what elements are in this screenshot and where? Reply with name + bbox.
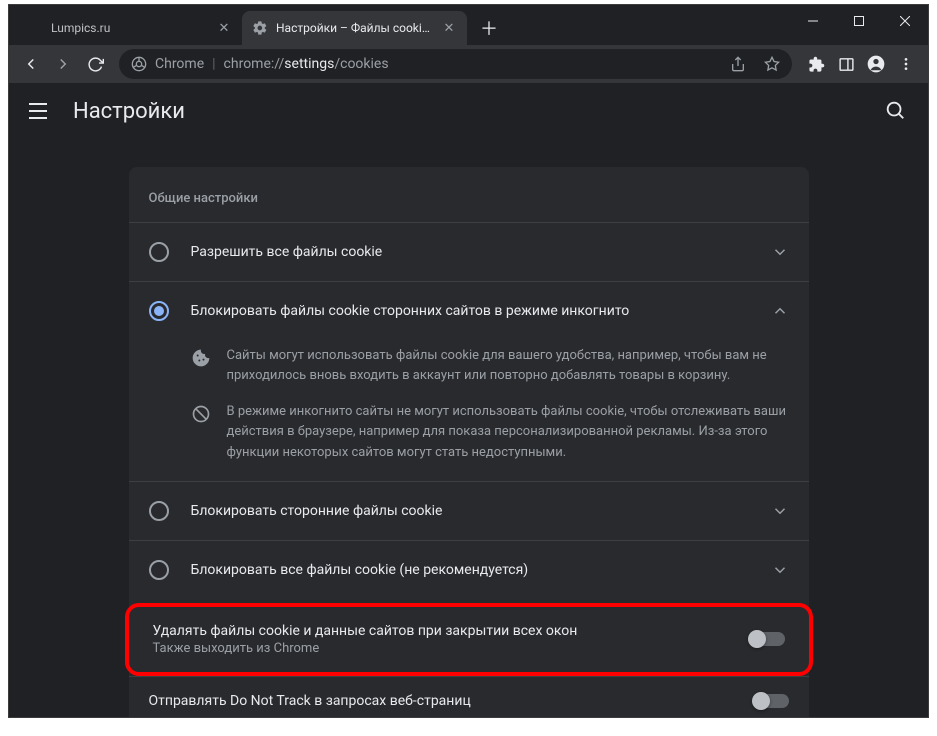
tab-title: Lumpics.ru [51,21,208,35]
toggle-switch[interactable] [749,632,785,646]
tab-lumpics[interactable]: Lumpics.ru ✕ [17,11,242,45]
url-text: chrome://settings/cookies [224,56,389,72]
bookmark-icon[interactable] [764,56,780,72]
search-icon[interactable] [884,99,908,123]
radio-label: Блокировать сторонние файлы cookie [191,503,765,519]
menu-button[interactable] [29,99,53,123]
close-tab-icon[interactable]: ✕ [216,20,232,36]
tab-settings[interactable]: Настройки – Файлы cookie и др ✕ [242,11,467,45]
forward-button[interactable] [49,50,77,78]
favicon-lumpics [27,20,43,36]
chrome-origin-chip: Chrome [131,56,204,72]
side-panel-icon[interactable] [832,50,860,78]
radio-icon [149,242,169,262]
chrome-icon [131,56,147,72]
chevron-up-icon[interactable] [765,296,795,326]
back-button[interactable] [17,50,45,78]
toggle-clear-on-exit[interactable]: Удалять файлы cookie и данные сайтов при… [129,607,809,672]
radio-block-third-party[interactable]: Блокировать сторонние файлы cookie [129,481,809,540]
menu-icon[interactable] [892,50,920,78]
chrome-label-text: Chrome [155,56,204,72]
profile-icon[interactable] [862,50,890,78]
radio-allow-all[interactable]: Разрешить все файлы cookie [129,222,809,281]
tab-title: Настройки – Файлы cookie и др [276,21,433,35]
radio-block-third-party-incognito[interactable]: Блокировать файлы cookie сторонних сайто… [129,281,809,340]
new-tab-button[interactable]: ＋ [475,14,503,42]
separator: | [212,56,215,72]
toggle-switch[interactable] [753,694,789,708]
chevron-down-icon[interactable] [765,555,795,585]
detail-text: Сайты могут использовать файлы cookie дл… [227,346,789,386]
window-controls [790,5,928,37]
radio-label: Блокировать файлы cookie сторонних сайто… [191,303,765,319]
radio-icon [149,301,169,321]
chevron-down-icon[interactable] [765,237,795,267]
gear-icon [252,20,268,36]
highlighted-setting: Удалять файлы cookie и данные сайтов при… [125,603,813,676]
blocked-icon [191,404,211,424]
detail-text: В режиме инкогнито сайты не могут исполь… [227,402,789,462]
minimize-button[interactable] [790,5,836,37]
toggle-do-not-track[interactable]: Отправлять Do Not Track в запросах веб-с… [129,676,809,717]
settings-header: Настройки [9,83,928,139]
radio-icon [149,560,169,580]
cookie-icon [191,348,211,368]
toolbar: Chrome | chrome://settings/cookies [9,45,928,83]
maximize-button[interactable] [836,5,882,37]
cookies-settings-card: Общие настройки Разрешить все файлы cook… [129,167,809,717]
page-title: Настройки [73,99,185,124]
radio-label: Разрешить все файлы cookie [191,244,765,260]
settings-body[interactable]: Общие настройки Разрешить все файлы cook… [9,139,928,717]
close-tab-icon[interactable]: ✕ [441,20,457,36]
close-window-button[interactable] [882,5,928,37]
titlebar: Lumpics.ru ✕ Настройки – Файлы cookie и … [9,5,928,45]
tab-strip: Lumpics.ru ✕ Настройки – Файлы cookie и … [9,5,503,45]
radio-icon [149,501,169,521]
reload-button[interactable] [81,50,109,78]
extensions-icon[interactable] [802,50,830,78]
address-bar[interactable]: Chrome | chrome://settings/cookies [119,49,792,79]
radio-detail-block: Сайты могут использовать файлы cookie дл… [129,340,809,481]
toggle-sublabel: Также выходить из Chrome [153,641,749,656]
chevron-down-icon[interactable] [765,496,795,526]
toolbar-right-icons [802,50,920,78]
toggle-label: Удалять файлы cookie и данные сайтов при… [153,623,749,639]
radio-label: Блокировать все файлы cookie (не рекомен… [191,562,765,578]
share-icon[interactable] [730,56,746,72]
content-area: Настройки Общие настройки Разрешить все … [9,83,928,717]
toggle-label: Отправлять Do Not Track в запросах веб-с… [149,693,753,709]
chrome-window: Lumpics.ru ✕ Настройки – Файлы cookie и … [8,4,929,718]
section-label: Общие настройки [129,167,809,222]
radio-block-all[interactable]: Блокировать все файлы cookie (не рекомен… [129,540,809,599]
